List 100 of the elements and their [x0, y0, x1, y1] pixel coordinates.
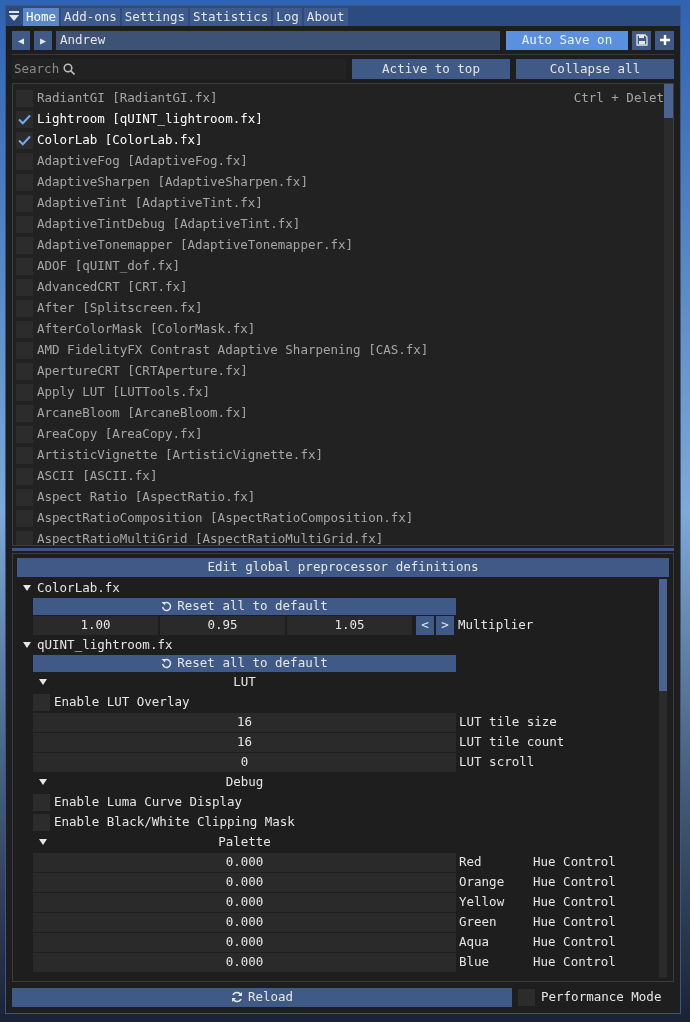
checkbox-label[interactable]: Enable Black/White Clipping Mask: [54, 812, 295, 832]
slider-field[interactable]: 0.000: [33, 932, 456, 952]
checkbox[interactable]: [16, 132, 33, 149]
effect-name[interactable]: AspectRatioMultiGrid [AspectRatioMultiGrid.fx]: [37, 530, 384, 545]
setting-note: Hue Control: [533, 852, 616, 871]
setting-label: Green: [459, 912, 498, 931]
effect-name[interactable]: AspectRatioComposition [AspectRatioComposition.fx]: [37, 509, 414, 528]
category-heading[interactable]: Palette: [218, 832, 271, 852]
setting-label: Orange: [459, 872, 506, 891]
effect-name[interactable]: AdaptiveFog [AdaptiveFog.fx]: [37, 152, 248, 171]
setting-label: Blue: [459, 952, 491, 971]
decrement-button[interactable]: <: [416, 615, 434, 635]
category-heading[interactable]: Debug: [225, 772, 264, 792]
effect-name[interactable]: ColorLab [ColorLab.fx]: [37, 131, 203, 150]
reset-icon: [161, 658, 173, 669]
reload-button[interactable]: Reload: [12, 987, 512, 1007]
collapse-icon[interactable]: [9, 11, 19, 21]
slider-field[interactable]: 0.000: [33, 912, 456, 932]
checkbox-label[interactable]: Enable Luma Curve Display: [54, 792, 243, 812]
reset-button[interactable]: Reset all to default: [33, 598, 456, 615]
slider-field[interactable]: 16: [33, 712, 456, 732]
effect-name[interactable]: ArcaneBloom [ArcaneBloom.fx]: [37, 404, 248, 423]
search-field[interactable]: Search: [12, 59, 346, 79]
number-field[interactable]: 1.05: [287, 615, 412, 635]
tab[interactable]: About: [303, 8, 348, 26]
effect-name[interactable]: RadiantGI [RadiantGI.fx]: [37, 89, 218, 108]
slider-field[interactable]: 0.000: [33, 952, 456, 972]
setting-note: Hue Control: [533, 892, 616, 911]
effect-name[interactable]: AdaptiveTint [AdaptiveTint.fx]: [37, 194, 263, 213]
splitter[interactable]: [12, 548, 674, 551]
slider-field[interactable]: 0.000: [33, 872, 456, 892]
effect-name[interactable]: Apply LUT [LUTTools.fx]: [37, 383, 211, 402]
setting-label: LUT scroll: [459, 752, 535, 771]
effect-name[interactable]: ADOF [qUINT_dof.fx]: [37, 257, 180, 276]
effect-name[interactable]: Lightroom [qUINT_lightroom.fx]: [37, 110, 263, 129]
slider-field[interactable]: 0: [33, 752, 456, 772]
save-button[interactable]: [632, 30, 651, 50]
increment-button[interactable]: >: [436, 615, 454, 635]
caret-icon[interactable]: [23, 584, 31, 592]
next-button[interactable]: ▶: [34, 30, 52, 50]
scrollbar[interactable]: [664, 84, 673, 545]
effect-name[interactable]: AreaCopy [AreaCopy.fx]: [37, 425, 203, 444]
add-button[interactable]: [655, 30, 674, 50]
tab[interactable]: Add-ons: [61, 8, 120, 26]
effect-name[interactable]: AdaptiveTonemapper [AdaptiveTonemapper.fx]: [37, 236, 354, 255]
shortcut-text: Ctrl + Delet: [573, 89, 664, 108]
category-heading[interactable]: LUT: [233, 672, 256, 692]
tab[interactable]: Log: [273, 8, 302, 26]
caret-icon[interactable]: [39, 838, 47, 846]
checkbox-label[interactable]: Performance Mode: [541, 987, 662, 1007]
setting-label: LUT tile size: [459, 712, 557, 731]
setting-label: LUT tile count: [459, 732, 565, 751]
setting-note: Hue Control: [533, 952, 616, 971]
checkmark-icon: [18, 114, 31, 125]
preset-field[interactable]: Andrew: [56, 30, 500, 50]
slider-field[interactable]: 0.000: [33, 892, 456, 912]
slider-field[interactable]: 0.000: [33, 852, 456, 872]
previous-button[interactable]: ◀: [12, 30, 30, 50]
effect-name[interactable]: ApertureCRT [CRTAperture.fx]: [37, 362, 248, 381]
effect-name[interactable]: AMD FidelityFX Contrast Adaptive Sharpening [CAS.fx]: [37, 341, 429, 360]
definitions-button[interactable]: Edit global preprocessor definitions: [17, 558, 669, 577]
checkbox-label[interactable]: Enable LUT Overlay: [54, 692, 190, 712]
number-field[interactable]: 1.00: [33, 615, 158, 635]
scrollbar[interactable]: [659, 579, 667, 978]
setting-label: Red: [459, 852, 483, 871]
tab[interactable]: Home: [23, 8, 60, 26]
checkbox[interactable]: [16, 531, 33, 545]
search-icon: [63, 63, 76, 75]
effect-name[interactable]: AdaptiveTintDebug [AdaptiveTint.fx]: [37, 215, 301, 234]
refresh-icon: [230, 991, 243, 1003]
effect-name[interactable]: AfterColorMask [ColorMask.fx]: [37, 320, 256, 339]
save-icon: [635, 34, 648, 46]
effect-name[interactable]: AdaptiveSharpen [AdaptiveSharpen.fx]: [37, 173, 308, 192]
setting-label: Multiplier: [458, 615, 534, 634]
effect-name[interactable]: After [Splitscreen.fx]: [37, 299, 203, 318]
checkbox[interactable]: [16, 111, 33, 128]
caret-icon[interactable]: [23, 641, 31, 649]
setting-note: Hue Control: [533, 932, 616, 951]
list-button[interactable]: Active to top: [352, 59, 510, 79]
slider-field[interactable]: 16: [33, 732, 456, 752]
tab[interactable]: Statistics: [190, 8, 272, 26]
effect-name[interactable]: ArtisticVignette [ArtisticVignette.fx]: [37, 446, 323, 465]
plus-icon: [658, 34, 671, 46]
effect-heading[interactable]: ColorLab.fx: [37, 578, 120, 598]
effect-name[interactable]: Aspect Ratio [AspectRatio.fx]: [37, 488, 256, 507]
effect-name[interactable]: ASCII [ASCII.fx]: [37, 467, 158, 486]
checkmark-icon: [18, 135, 31, 146]
effect-name[interactable]: AdvancedCRT [CRT.fx]: [37, 278, 188, 297]
list-button[interactable]: Collapse all: [516, 59, 674, 79]
reset-icon: [161, 601, 173, 612]
tab[interactable]: Settings: [121, 8, 188, 26]
setting-note: Hue Control: [533, 872, 616, 891]
caret-icon[interactable]: [39, 678, 47, 686]
number-field[interactable]: 0.95: [160, 615, 285, 635]
setting-label: Yellow: [459, 892, 506, 911]
setting-note: Hue Control: [533, 912, 616, 931]
effect-heading[interactable]: qUINT_lightroom.fx: [37, 635, 173, 655]
caret-icon[interactable]: [39, 778, 47, 786]
reset-button[interactable]: Reset all to default: [33, 655, 456, 672]
setting-label: Aqua: [459, 932, 491, 951]
